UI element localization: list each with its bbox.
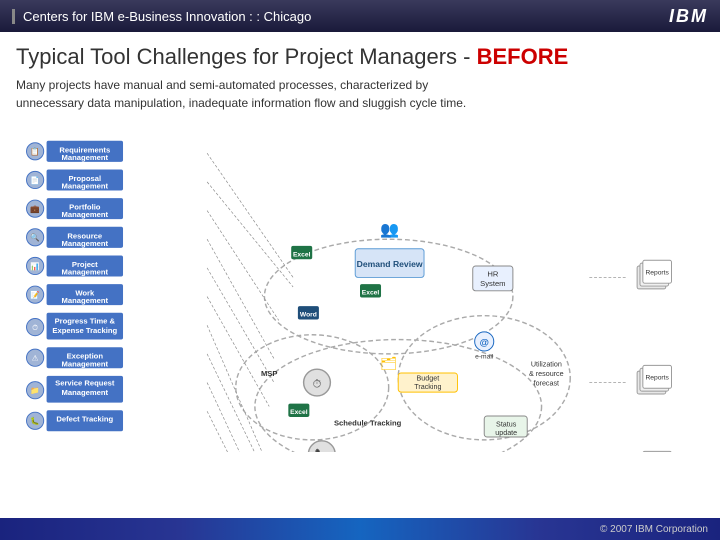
svg-text:Exception: Exception bbox=[67, 352, 104, 361]
svg-text:📁: 📁 bbox=[30, 386, 40, 395]
svg-text:Management: Management bbox=[61, 268, 108, 277]
svg-text:Excel: Excel bbox=[362, 290, 380, 297]
ibm-logo: IBM bbox=[669, 6, 708, 27]
svg-text:Management: Management bbox=[61, 359, 108, 368]
svg-text:Expense Tracking: Expense Tracking bbox=[52, 326, 117, 335]
svg-text:& resource: & resource bbox=[529, 370, 564, 378]
svg-text:📞: 📞 bbox=[315, 447, 330, 452]
svg-text:e-mail: e-mail bbox=[475, 354, 494, 361]
subtitle-line1: Many projects have manual and semi-autom… bbox=[16, 78, 428, 92]
header-title: Centers for IBM e-Business Innovation : … bbox=[12, 9, 311, 24]
svg-text:🔍: 🔍 bbox=[30, 232, 40, 242]
page-title: Typical Tool Challenges for Project Mana… bbox=[16, 44, 704, 70]
svg-text:Work: Work bbox=[75, 289, 95, 298]
page-title-text: Typical Tool Challenges for Project Mana… bbox=[16, 44, 477, 69]
svg-text:📊: 📊 bbox=[30, 262, 40, 271]
svg-text:Tracking: Tracking bbox=[414, 383, 441, 391]
svg-text:Word: Word bbox=[300, 312, 317, 319]
svg-text:MSP: MSP bbox=[261, 369, 278, 378]
svg-text:Requirements: Requirements bbox=[59, 145, 110, 154]
subtitle-line2: unnecessary data manipulation, inadequat… bbox=[16, 96, 466, 110]
svg-text:📋: 📋 bbox=[30, 147, 40, 156]
svg-text:🐛: 🐛 bbox=[30, 417, 40, 426]
svg-text:update: update bbox=[495, 429, 517, 437]
svg-text:Management: Management bbox=[61, 182, 108, 191]
svg-text:Project: Project bbox=[72, 260, 98, 269]
svg-text:Management: Management bbox=[61, 239, 108, 248]
main-content: Typical Tool Challenges for Project Mana… bbox=[0, 32, 720, 518]
header: Centers for IBM e-Business Innovation : … bbox=[0, 0, 720, 32]
before-label: BEFORE bbox=[477, 44, 569, 69]
svg-text:System: System bbox=[480, 279, 505, 288]
svg-text:💼: 💼 bbox=[30, 205, 40, 214]
svg-text:Management: Management bbox=[61, 210, 108, 219]
svg-text:⏱: ⏱ bbox=[313, 378, 322, 390]
diagram-area: Demand Review Excel Excel Word HR System… bbox=[16, 122, 704, 452]
copyright-text: © 2007 IBM Corporation bbox=[600, 524, 708, 535]
svg-text:Progress Time &: Progress Time & bbox=[55, 316, 116, 325]
svg-text:Reports: Reports bbox=[645, 375, 669, 382]
svg-text:Service Request: Service Request bbox=[55, 378, 115, 387]
svg-text:Schedule Tracking: Schedule Tracking bbox=[334, 419, 402, 428]
svg-text:Resource: Resource bbox=[67, 231, 102, 240]
svg-text:@: @ bbox=[480, 337, 489, 348]
svg-text:forecast: forecast bbox=[534, 379, 559, 387]
svg-text:Reports: Reports bbox=[645, 270, 669, 277]
svg-text:⚠: ⚠ bbox=[32, 354, 39, 363]
svg-text:🗂: 🗂 bbox=[380, 356, 397, 371]
svg-text:⏱: ⏱ bbox=[32, 323, 38, 332]
svg-text:Management: Management bbox=[61, 388, 108, 397]
svg-text:Excel: Excel bbox=[293, 251, 311, 258]
svg-text:Portfolio: Portfolio bbox=[69, 203, 101, 212]
svg-text:Utilization: Utilization bbox=[531, 360, 562, 368]
svg-text:Proposal: Proposal bbox=[68, 174, 101, 183]
svg-text:Defect Tracking: Defect Tracking bbox=[56, 415, 113, 424]
svg-text:Management: Management bbox=[61, 296, 108, 305]
svg-text:📝: 📝 bbox=[30, 291, 40, 300]
svg-text:📄: 📄 bbox=[30, 176, 40, 185]
svg-text:HR: HR bbox=[487, 269, 499, 278]
svg-text:Excel: Excel bbox=[290, 409, 308, 416]
svg-text:Management: Management bbox=[61, 153, 108, 162]
svg-text:Demand Review: Demand Review bbox=[357, 259, 423, 269]
bottom-bar: © 2007 IBM Corporation bbox=[0, 518, 720, 540]
svg-text:👥: 👥 bbox=[380, 221, 399, 238]
svg-text:Status: Status bbox=[496, 421, 517, 429]
svg-text:Budget: Budget bbox=[417, 375, 440, 383]
subtitle: Many projects have manual and semi-autom… bbox=[16, 76, 704, 112]
